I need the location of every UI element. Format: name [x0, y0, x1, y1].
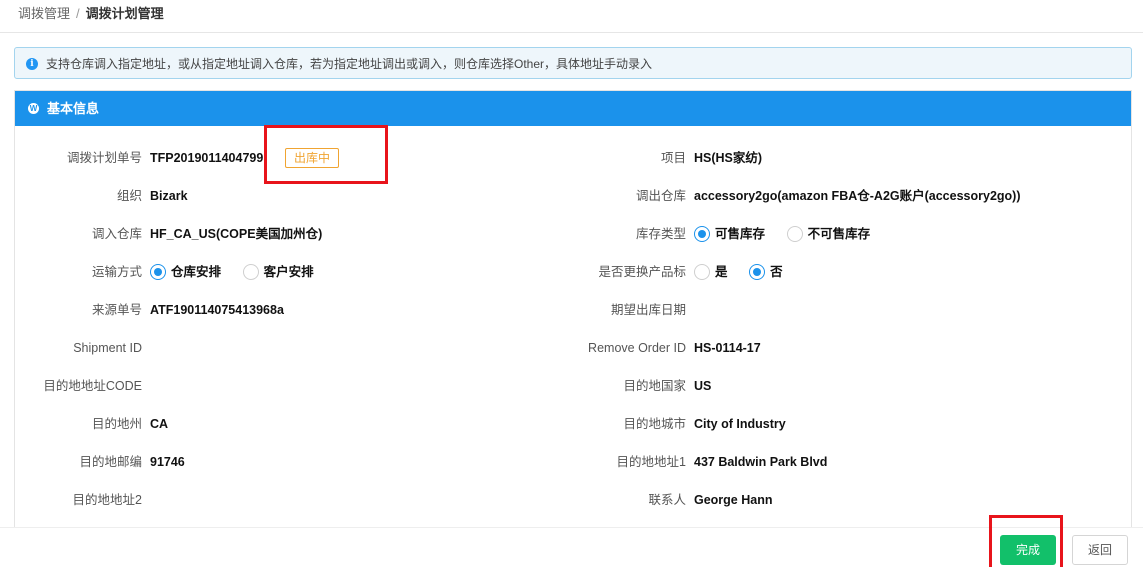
source-no-value: ATF190114075413968a — [150, 303, 284, 317]
footer-bar: 完成 返回 — [0, 527, 1143, 567]
dest-zip-label: 目的地邮编 — [79, 455, 142, 469]
dest-code-label: 目的地地址CODE — [43, 379, 142, 393]
form-row: 运输方式 仓库安排 客户安排 是否更换产品标 是 否 — [15, 262, 1131, 282]
status-badge: 出库中 — [285, 148, 340, 168]
remove-order-id-label: Remove Order ID — [588, 341, 686, 355]
dest-addr2-label: 目的地地址2 — [72, 493, 142, 507]
replace-label: 是否更换产品标 — [598, 265, 686, 279]
out-warehouse-value: accessory2go(amazon FBA仓-A2G账户(accessory… — [694, 189, 1021, 203]
form-row: Shipment ID Remove Order ID HS-0114-17 — [15, 338, 1131, 358]
dest-addr1-label: 目的地地址1 — [616, 455, 686, 469]
replace-no-radio[interactable]: 否 — [749, 263, 783, 281]
transport-customer-radio[interactable]: 客户安排 — [242, 263, 314, 281]
out-warehouse-label: 调出仓库 — [635, 189, 686, 203]
alert-text: 支持仓库调入指定地址，或从指定地址调入仓库，若为指定地址调出或调入，则仓库选择O… — [46, 57, 653, 71]
radio-checked-icon — [749, 264, 766, 280]
replace-yes-radio[interactable]: 是 — [694, 263, 728, 281]
radio-unchecked-icon — [242, 264, 259, 280]
top-bar: 调拨管理 / 调拨计划管理 — [0, 0, 1143, 33]
radio-checked-icon — [694, 226, 710, 242]
info-icon: i — [26, 58, 38, 70]
dest-zip-value: 91746 — [150, 455, 185, 469]
info-alert: i 支持仓库调入指定地址，或从指定地址调入仓库，若为指定地址调出或调入，则仓库选… — [14, 47, 1132, 79]
transport-warehouse-radio[interactable]: 仓库安排 — [150, 263, 221, 281]
stock-type-sellable-radio[interactable]: 可售库存 — [694, 225, 765, 243]
dest-city-label: 目的地城市 — [623, 417, 686, 431]
dest-country-label: 目的地国家 — [623, 379, 686, 393]
breadcrumb-current: 调拨计划管理 — [85, 6, 164, 21]
expect-date-label: 期望出库日期 — [610, 303, 686, 317]
contact-label: 联系人 — [648, 493, 686, 507]
form-row: 来源单号 ATF190114075413968a 期望出库日期 — [15, 300, 1131, 320]
panel-title: 基本信息 — [47, 101, 100, 116]
dest-addr1-value: 437 Baldwin Park Blvd — [694, 455, 828, 469]
dest-state-label: 目的地州 — [91, 417, 142, 431]
form-row: 目的地地址CODE 目的地国家 US — [15, 376, 1131, 396]
source-no-label: 来源单号 — [91, 303, 142, 317]
back-button[interactable]: 返回 — [1072, 535, 1128, 565]
radio-checked-icon — [150, 264, 166, 280]
transport-radio-group: 仓库安排 客户安排 — [150, 263, 332, 281]
project-label: 项目 — [660, 151, 686, 165]
remove-order-id-value: HS-0114-17 — [694, 341, 761, 355]
form-row: 目的地邮编 91746 目的地地址1 437 Baldwin Park Blvd — [15, 452, 1131, 472]
org-label: 组织 — [116, 189, 142, 203]
radio-unchecked-icon — [694, 264, 710, 280]
finish-button[interactable]: 完成 — [1000, 535, 1056, 565]
project-value: HS(HS家纺) — [694, 151, 763, 165]
org-value: Bizark — [150, 189, 188, 203]
shipment-id-label: Shipment ID — [73, 341, 142, 355]
dest-state-value: CA — [150, 417, 169, 431]
breadcrumb-parent-link[interactable]: 调拨管理 — [18, 6, 70, 21]
in-warehouse-value: HF_CA_US(COPE美国加州仓) — [150, 227, 323, 241]
breadcrumb: 调拨管理 / 调拨计划管理 — [18, 6, 164, 22]
breadcrumb-separator: / — [76, 6, 80, 21]
stock-type-label: 库存类型 — [635, 227, 686, 241]
contact-value: George Hann — [694, 493, 773, 507]
replace-radio-group: 是 否 — [694, 263, 801, 281]
form-row: 调拨计划单号 TFP2019011404799 出库中 项目 HS(HS家纺) — [15, 148, 1131, 168]
form-row: 调入仓库 HF_CA_US(COPE美国加州仓) 库存类型 可售库存 不可售库存 — [15, 224, 1131, 244]
plan-no-label: 调拨计划单号 — [66, 151, 142, 165]
radio-unchecked-icon — [786, 226, 803, 242]
transport-label: 运输方式 — [91, 265, 142, 279]
stock-type-radio-group: 可售库存 不可售库存 — [694, 225, 888, 243]
in-warehouse-label: 调入仓库 — [91, 227, 142, 241]
plan-no-value: TFP2019011404799 — [150, 151, 264, 165]
form-row: 目的地地址2 联系人 George Hann — [15, 490, 1131, 510]
main-content: i 支持仓库调入指定地址，或从指定地址调入仓库，若为指定地址调出或调入，则仓库选… — [0, 33, 1143, 527]
basic-info-panel: W 基本信息 调拨计划单号 TFP2019011404799 出库中 项目 HS… — [14, 90, 1132, 527]
wordpress-icon: W — [28, 103, 39, 114]
form-row: 组织 Bizark 调出仓库 accessory2go(amazon FBA仓-… — [15, 186, 1131, 206]
panel-header: W 基本信息 — [15, 91, 1131, 126]
form-row: 目的地州 CA 目的地城市 City of Industry — [15, 414, 1131, 434]
stock-type-unsellable-radio[interactable]: 不可售库存 — [786, 225, 870, 243]
dest-country-value: US — [694, 379, 712, 393]
dest-city-value: City of Industry — [694, 417, 786, 431]
